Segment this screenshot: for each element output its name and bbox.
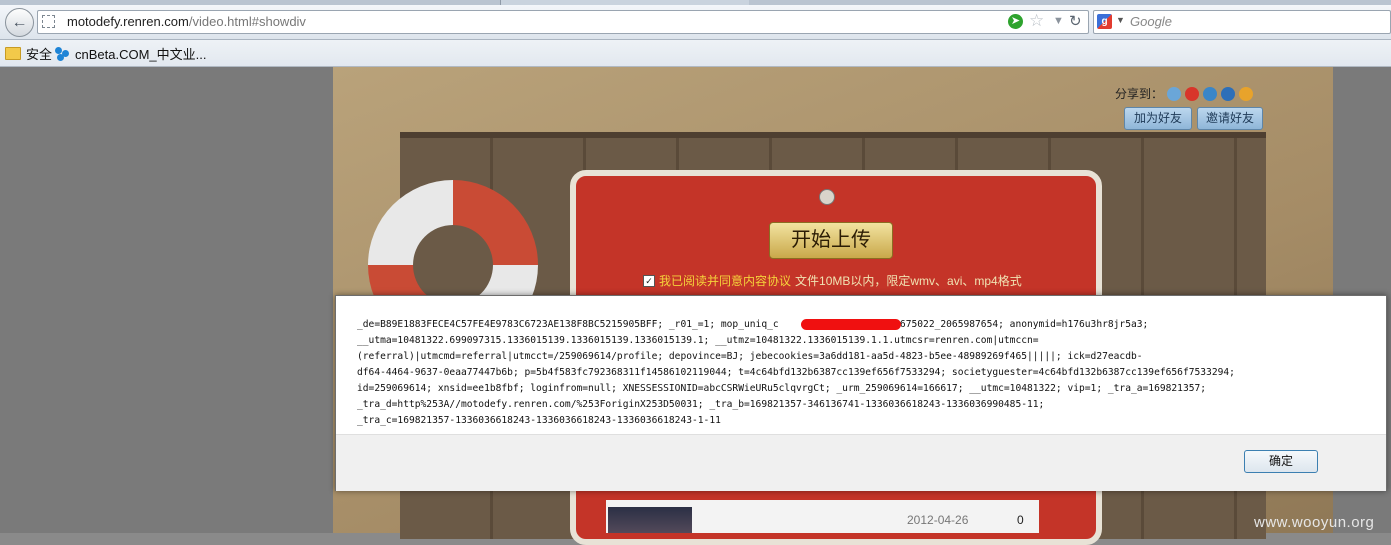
agree-checkbox[interactable]: ✓ xyxy=(643,274,655,287)
share-weibo-icon[interactable] xyxy=(1185,86,1200,101)
start-upload-button[interactable]: 开始上传 xyxy=(769,222,893,259)
search-bar[interactable]: g ▼ Google xyxy=(1093,10,1391,34)
go-icon[interactable]: ➤ xyxy=(1008,14,1023,29)
pin-decoration xyxy=(819,189,835,205)
video-date: 2012-04-26 xyxy=(907,513,969,527)
ok-button[interactable]: 确定 xyxy=(1244,450,1318,473)
share-kaixin-icon[interactable] xyxy=(1221,86,1236,101)
redaction-mark xyxy=(801,319,901,330)
agreement-link[interactable]: 我已阅读并同意内容协议 xyxy=(659,272,791,289)
engine-dropdown-icon[interactable]: ▼ xyxy=(1116,15,1125,25)
search-placeholder: Google xyxy=(1130,14,1172,29)
video-count: 0 xyxy=(1017,513,1024,527)
watermark: www.wooyun.org xyxy=(1254,514,1375,531)
navigation-toolbar: ← motodefy.renren.com/video.html#showdiv… xyxy=(0,5,1391,40)
site-identity-icon[interactable] xyxy=(42,15,55,28)
google-engine-icon[interactable]: g xyxy=(1097,14,1112,29)
add-friend-button[interactable]: 加为好友 xyxy=(1124,107,1192,130)
bookmark-star-icon[interactable]: ☆ xyxy=(1029,11,1044,31)
agreement-row: ✓ 我已阅读并同意内容协议 文件10MB以内，限定wmv、avi、mp4格式 xyxy=(643,272,1022,289)
share-qzone-icon[interactable] xyxy=(1203,86,1218,101)
bookmark-label: 安全 xyxy=(26,47,53,62)
share-bar: 分享到： xyxy=(1115,85,1254,102)
bookmark-label: cnBeta.COM_中文业... xyxy=(75,47,207,62)
cnbeta-icon xyxy=(55,46,70,61)
address-bar[interactable]: motodefy.renren.com/video.html#showdiv ➤… xyxy=(37,10,1089,34)
format-note: 文件10MB以内，限定wmv、avi、mp4格式 xyxy=(795,274,1022,288)
url-text: motodefy.renren.com/video.html#showdiv xyxy=(67,14,306,29)
reload-icon[interactable]: ↻ xyxy=(1069,12,1082,30)
bookmark-cnbeta[interactable]: cnBeta.COM_中文业... xyxy=(55,44,206,63)
cookie-message: _de=B89E1883FECE4C57FE4E9783C6723AE138F8… xyxy=(357,319,1235,426)
back-button[interactable]: ← xyxy=(5,8,34,37)
back-arrow-icon: ← xyxy=(11,13,28,31)
history-dropdown-icon[interactable]: ▼ xyxy=(1053,15,1064,27)
bookmark-anquan[interactable]: 安全 xyxy=(5,44,52,63)
folder-icon xyxy=(5,47,21,60)
share-renren-icon[interactable] xyxy=(1167,86,1182,101)
invite-friend-button[interactable]: 邀请好友 xyxy=(1197,107,1263,130)
share-douban-icon[interactable] xyxy=(1239,86,1254,101)
alert-dialog: _de=B89E1883FECE4C57FE4E9783C6723AE138F8… xyxy=(335,295,1387,491)
share-label: 分享到： xyxy=(1115,87,1164,101)
dialog-footer: 确定 xyxy=(336,434,1386,491)
video-thumbnail[interactable] xyxy=(608,507,692,533)
bookmarks-toolbar: 安全 cnBeta.COM_中文业... xyxy=(0,40,1391,67)
